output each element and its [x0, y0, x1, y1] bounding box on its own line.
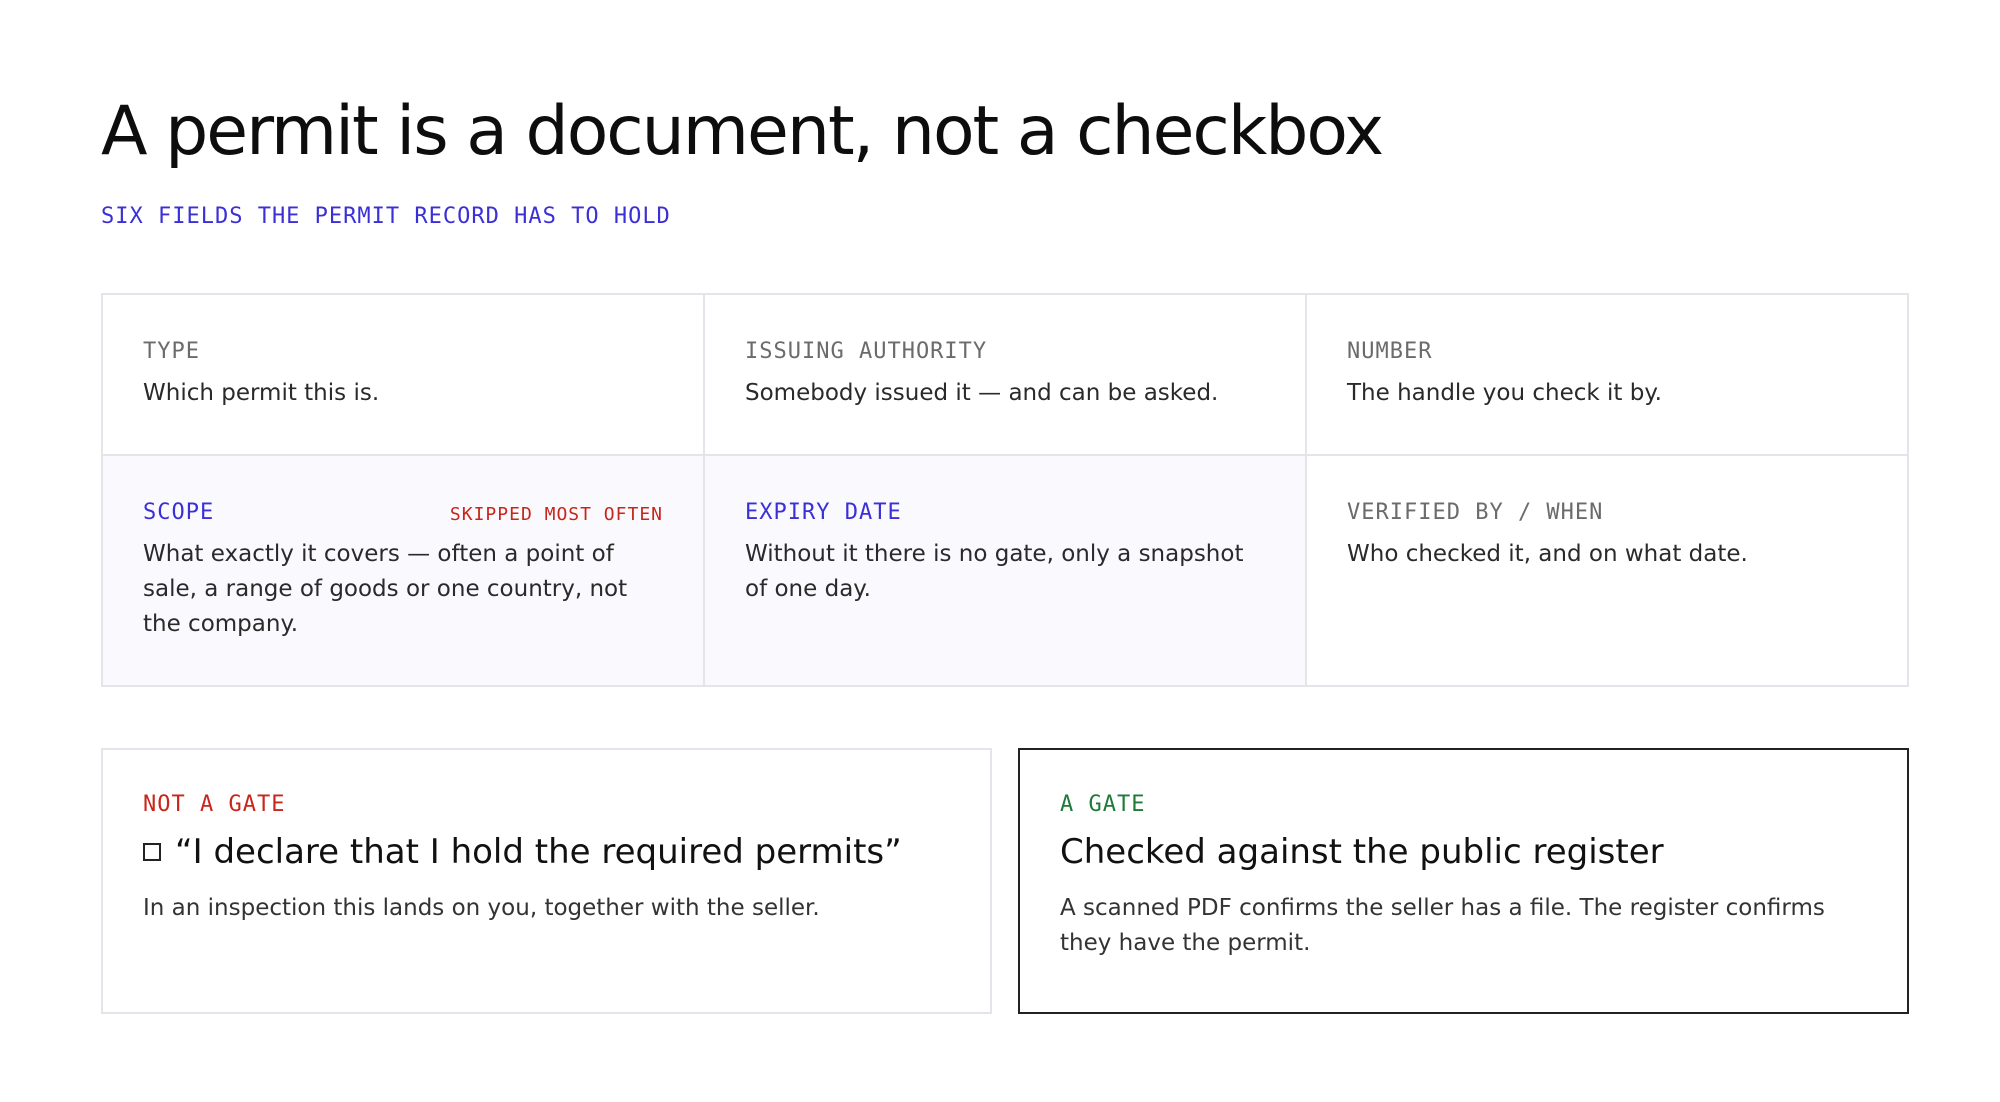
not-a-gate-card: NOT A GATE “I declare that I hold the re…	[101, 748, 992, 1014]
field-label: VERIFIED BY / WHEN	[1347, 500, 1604, 525]
field-issuing-authority: ISSUING AUTHORITY Somebody issued it — a…	[705, 295, 1307, 456]
page-title: A permit is a document, not a checkbox	[101, 92, 1384, 171]
field-verified-by: VERIFIED BY / WHEN Who checked it, and o…	[1307, 456, 1907, 685]
card-heading: Checked against the public register	[1060, 832, 1664, 872]
field-scope: SCOPE SKIPPED MOST OFTEN What exactly it…	[103, 456, 705, 685]
field-description: Who checked it, and on what date.	[1347, 541, 1748, 567]
fields-grid: TYPE Which permit this is. ISSUING AUTHO…	[101, 293, 1909, 687]
a-gate-card: A GATE Checked against the public regist…	[1018, 748, 1909, 1014]
field-description: What exactly it covers — often a point o…	[143, 541, 628, 637]
checkbox-icon	[143, 843, 161, 861]
field-description: The handle you check it by.	[1347, 380, 1662, 406]
page-subtitle: SIX FIELDS THE PERMIT RECORD HAS TO HOLD	[101, 204, 671, 229]
declaration-text: “I declare that I hold the required perm…	[175, 832, 902, 872]
field-description: Which permit this is.	[143, 380, 380, 406]
field-description: Somebody issued it — and can be asked.	[745, 380, 1219, 406]
field-label: TYPE	[143, 339, 200, 364]
field-expiry-date: EXPIRY DATE Without it there is no gate,…	[705, 456, 1307, 685]
field-label: EXPIRY DATE	[745, 500, 902, 525]
skipped-flag: SKIPPED MOST OFTEN	[449, 504, 663, 525]
field-description: Without it there is no gate, only a snap…	[745, 541, 1244, 602]
field-type: TYPE Which permit this is.	[103, 295, 705, 456]
card-body: In an inspection this lands on you, toge…	[143, 895, 820, 921]
card-label: NOT A GATE	[143, 792, 286, 817]
field-number: NUMBER The handle you check it by.	[1307, 295, 1907, 456]
card-body: A scanned PDF confirms the seller has a …	[1060, 895, 1825, 956]
field-label: NUMBER	[1347, 339, 1433, 364]
card-label: A GATE	[1060, 792, 1146, 817]
field-label: ISSUING AUTHORITY	[745, 339, 988, 364]
card-heading: “I declare that I hold the required perm…	[143, 829, 950, 875]
